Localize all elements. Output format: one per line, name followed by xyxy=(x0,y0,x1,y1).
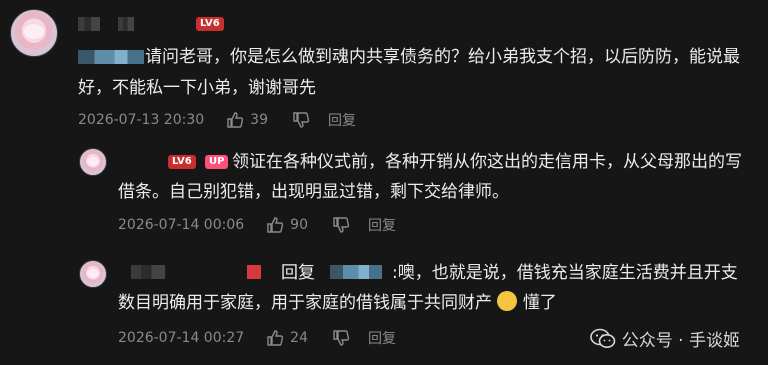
avatar[interactable] xyxy=(10,9,58,57)
timestamp: 2026-07-14 00:27 xyxy=(118,330,245,346)
thumbs-down-icon[interactable] xyxy=(332,216,350,234)
username-redacted[interactable] xyxy=(131,265,165,279)
like-count: 39 xyxy=(250,112,268,128)
mention-redacted[interactable] xyxy=(330,265,382,279)
grin-emoji-icon xyxy=(497,291,518,311)
comment-meta: 2026-07-14 00:27 24 回复 xyxy=(118,328,396,348)
comment-text-line: 数目明确用于家庭，用于家庭的借钱属于共同财产 xyxy=(118,293,492,313)
timestamp: 2026-07-14 00:06 xyxy=(118,217,245,233)
username-redacted[interactable] xyxy=(118,17,134,31)
avatar[interactable] xyxy=(79,260,107,288)
watermark-text: 公众号 · 手谈姬 xyxy=(621,331,740,351)
mention-redacted[interactable] xyxy=(78,50,144,64)
reply-button[interactable]: 回复 xyxy=(368,328,396,348)
comment-text-tail: 懂了 xyxy=(522,293,557,313)
comment-1: LV6 请问老哥，你是怎么做到魂内共享债务的？给小弟我支个招，以后防防，能说最 … xyxy=(0,0,768,135)
username-redacted[interactable] xyxy=(78,17,100,31)
thumbs-down-icon[interactable] xyxy=(332,329,350,347)
comment-2: LV6 UP 领证在各种仪式前，各种开销从你这出的走信用卡，从父母那出的写 借条… xyxy=(0,135,768,250)
avatar[interactable] xyxy=(79,148,107,176)
comment-text-continued: 好，不能私一下小弟，谢谢哥先 xyxy=(78,78,316,98)
like-count: 24 xyxy=(290,330,308,346)
up-badge: UP xyxy=(205,155,229,169)
comment-text-continued: 借条。自己别犯错，出现明显过错，剩下交给律师。 xyxy=(118,182,509,202)
comment-text-continued: 数目明确用于家庭，用于家庭的借钱属于共同财产 懂了 xyxy=(118,288,557,318)
thumbs-down-icon[interactable] xyxy=(292,111,310,129)
like-count: 90 xyxy=(290,217,308,233)
level-badge-redacted xyxy=(247,265,261,279)
watermark: 公众号 · 手谈姬 xyxy=(589,326,740,351)
level-badge: LV6 xyxy=(196,17,224,31)
reply-button[interactable]: 回复 xyxy=(368,215,396,235)
comment-text: :噢，也就是说，借钱充当家庭生活费并且开支 xyxy=(392,263,738,283)
timestamp: 2026-07-13 20:30 xyxy=(78,112,205,128)
level-badge: LV6 xyxy=(168,155,196,169)
wechat-icon xyxy=(589,328,616,348)
reply-prefix: 回复 xyxy=(281,263,315,283)
reply-button[interactable]: 回复 xyxy=(328,110,356,130)
comment-text: 请问老哥，你是怎么做到魂内共享债务的？给小弟我支个招，以后防防，能说最 xyxy=(145,47,740,67)
thumbs-up-icon[interactable] xyxy=(226,111,244,129)
comment-meta: 2026-07-14 00:06 90 回复 xyxy=(118,215,396,235)
thumbs-up-icon[interactable] xyxy=(266,216,284,234)
comment-text: 领证在各种仪式前，各种开销从你这出的走信用卡，从父母那出的写 xyxy=(232,152,742,172)
comment-meta: 2026-07-13 20:30 39 回复 xyxy=(78,110,356,130)
thumbs-up-icon[interactable] xyxy=(266,329,284,347)
